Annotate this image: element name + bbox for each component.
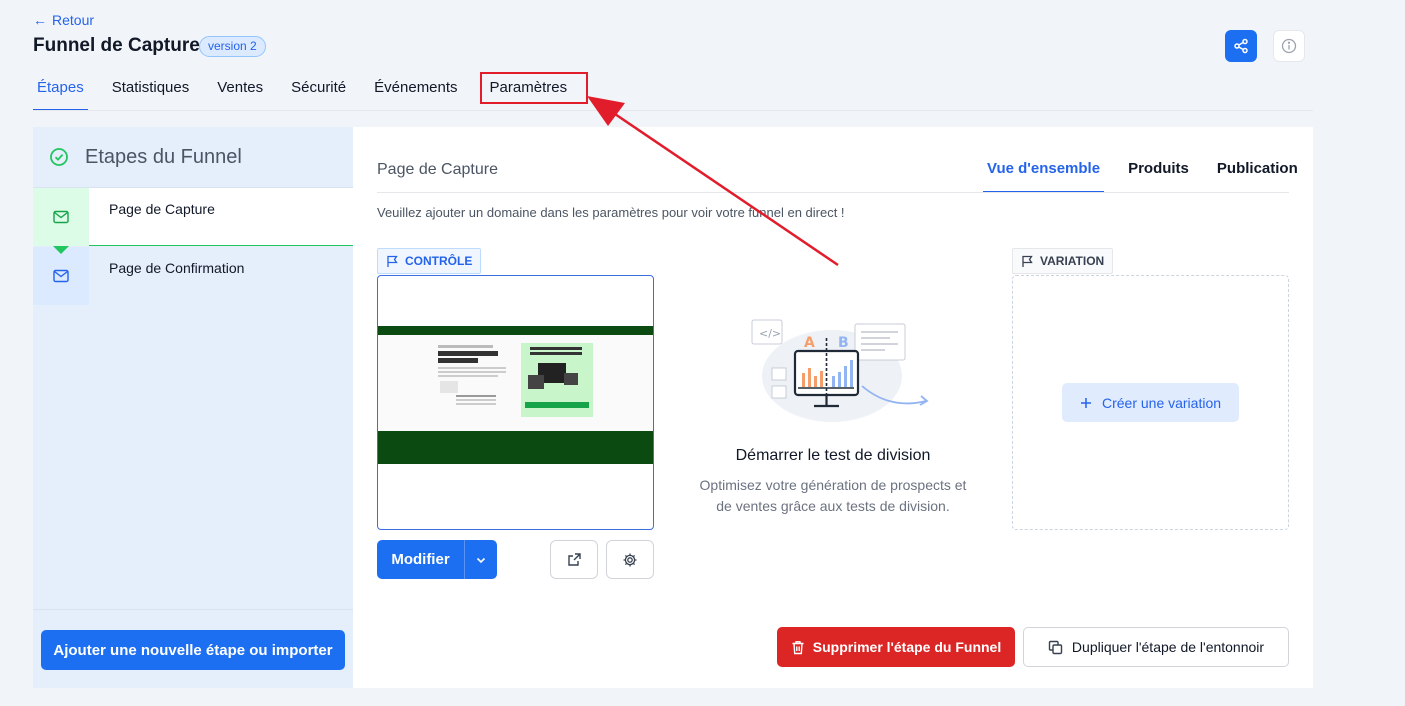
step-settings-button[interactable] — [606, 540, 654, 579]
flag-icon — [387, 255, 398, 267]
step-label: Page de Confirmation — [109, 260, 245, 276]
create-variation-button[interactable]: Créer une variation — [1062, 383, 1239, 422]
version-badge[interactable]: version 2 — [199, 36, 266, 57]
page-tabs-divider — [377, 192, 1289, 193]
sidebar-title: Etapes du Funnel — [85, 145, 242, 168]
annotation-highlight-box — [480, 72, 588, 104]
tab-securite[interactable]: Sécurité — [287, 75, 350, 111]
tab-etapes[interactable]: Étapes — [33, 75, 88, 111]
share-button[interactable] — [1225, 30, 1257, 62]
page-tabs: Vue d'ensemble Produits Publication — [983, 157, 1302, 193]
arrow-left-icon: ← — [33, 12, 47, 28]
sidebar-step-page-de-capture[interactable]: Page de Capture — [33, 188, 353, 246]
delete-step-label: Supprimer l'étape du Funnel — [812, 639, 1002, 655]
tab-produits[interactable]: Produits — [1124, 157, 1193, 193]
tab-statistiques[interactable]: Statistiques — [108, 75, 194, 111]
split-test-title: Démarrer le test de division — [735, 447, 931, 464]
step-label: Page de Capture — [109, 201, 215, 217]
preview-footer — [378, 431, 653, 464]
split-test-illustration: </> A B — [750, 310, 935, 435]
add-step-button[interactable]: Ajouter une nouvelle étape ou importer — [41, 630, 345, 670]
tabs-divider — [33, 110, 1313, 111]
page-preview-thumbnail[interactable] — [377, 275, 654, 530]
modify-dropdown-toggle[interactable] — [465, 540, 497, 579]
svg-text:</>: </> — [759, 327, 781, 340]
domain-notice: Veuillez ajouter un domaine dans les par… — [377, 205, 845, 220]
control-tag: CONTRÔLE — [377, 248, 482, 274]
sidebar-header: Etapes du Funnel — [33, 127, 353, 188]
gear-icon — [623, 553, 637, 566]
step-icon-box — [33, 188, 89, 246]
create-variation-label: Créer une variation — [1101, 394, 1222, 411]
sidebar-step-page-de-confirmation[interactable]: Page de Confirmation — [33, 247, 353, 305]
control-tag-label: CONTRÔLE — [405, 254, 473, 268]
duplicate-step-button[interactable]: Dupliquer l'étape de l'entonnoir — [1023, 627, 1289, 667]
preview-top-bar — [378, 326, 653, 335]
check-circle-icon — [50, 148, 68, 166]
step-icon-box — [33, 247, 89, 305]
share-icon — [1234, 38, 1248, 54]
sidebar: Etapes du Funnel Page de Capture Page de… — [33, 127, 353, 688]
back-label: Retour — [52, 12, 95, 28]
split-test-description: Optimisez votre génération de prospects … — [699, 477, 967, 514]
mail-icon — [53, 269, 69, 283]
label-a: A — [804, 335, 815, 351]
variation-tag-label: VARIATION — [1040, 254, 1105, 268]
copy-icon — [1048, 640, 1063, 654]
preview-content — [378, 335, 653, 431]
modify-button[interactable]: Modifier — [377, 540, 465, 579]
delete-step-button[interactable]: Supprimer l'étape du Funnel — [777, 627, 1015, 667]
tab-evenements[interactable]: Événements — [370, 75, 461, 111]
info-icon — [1281, 38, 1297, 54]
chevron-down-icon — [476, 557, 486, 563]
tab-ventes[interactable]: Ventes — [213, 75, 267, 111]
step-page-title: Page de Capture — [377, 161, 498, 178]
variation-tag: VARIATION — [1012, 248, 1114, 274]
sidebar-divider — [33, 609, 353, 610]
modify-button-group: Modifier — [377, 540, 497, 579]
external-link-icon — [567, 553, 581, 566]
step-connector-caret — [53, 246, 69, 254]
page-title: Funnel de Capture — [33, 35, 200, 56]
back-link[interactable]: ← Retour — [33, 12, 94, 28]
mail-icon — [53, 210, 69, 224]
tab-vue-ensemble[interactable]: Vue d'ensemble — [983, 157, 1105, 193]
info-button[interactable] — [1273, 30, 1305, 62]
trash-icon — [792, 640, 804, 654]
open-external-button[interactable] — [550, 540, 598, 579]
plus-icon — [1080, 397, 1091, 408]
label-b: B — [838, 335, 849, 351]
flag-icon — [1022, 255, 1033, 267]
tab-publication[interactable]: Publication — [1213, 157, 1302, 193]
duplicate-step-label: Dupliquer l'étape de l'entonnoir — [1071, 639, 1265, 655]
